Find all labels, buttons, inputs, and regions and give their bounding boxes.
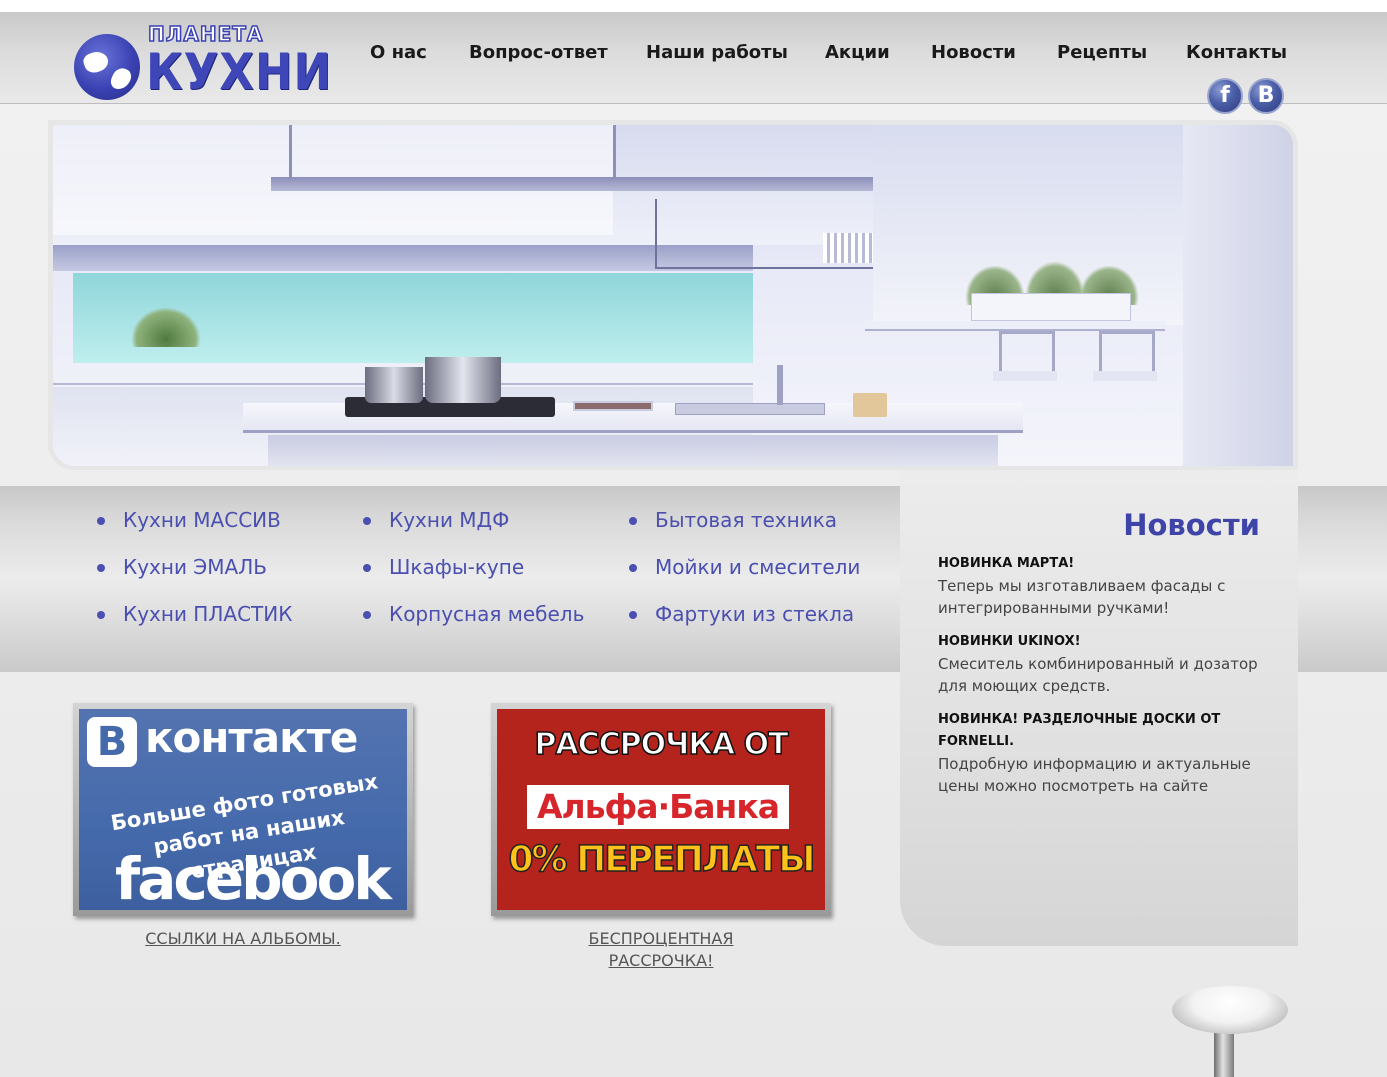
vk-icon[interactable]: B	[1248, 78, 1284, 114]
installment-banner-image: РАССРОЧКА ОТ Альфа·Банка 0% ПЕРЕПЛАТЫ	[497, 709, 825, 910]
site-header: ПЛАНЕТА КУХНИ О нас Вопрос-ответ Наши ра…	[0, 12, 1387, 114]
category-sinks-faucets[interactable]: Мойки и смесители	[629, 555, 860, 579]
vk-logo-icon: B	[87, 717, 137, 767]
category-kitchens-plastic[interactable]: Кухни ПЛАСТИК	[97, 602, 292, 626]
nav-news[interactable]: Новости	[931, 42, 1016, 63]
installment-top-text: РАССРОЧКА ОТ	[534, 726, 790, 763]
stool-decoration-leg	[1214, 1028, 1234, 1077]
category-wardrobes[interactable]: Шкафы-купе	[363, 555, 524, 579]
nav-recipes[interactable]: Рецепты	[1057, 42, 1147, 63]
news-item-title[interactable]: НОВИНКА МАРТА!	[938, 553, 1268, 575]
installment-link-line1: БЕСПРОЦЕНТНАЯ	[588, 929, 734, 948]
news-item-title[interactable]: НОВИНКА! РАЗДЕЛОЧНЫЕ ДОСКИ ОТ FORNELLI.	[938, 709, 1268, 753]
news-item-text: Подробную информацию и актуальные цены м…	[938, 755, 1251, 795]
news-panel: Новости НОВИНКА МАРТА! Теперь мы изготав…	[900, 470, 1298, 946]
facebook-brand-text: facebook	[115, 845, 392, 910]
nav-our-works[interactable]: Наши работы	[646, 42, 788, 63]
category-appliances[interactable]: Бытовая техника	[629, 508, 837, 532]
logo-big-text: КУХНИ	[146, 43, 333, 101]
installment-link[interactable]: БЕСПРОЦЕНТНАЯ РАССРОЧКА!	[491, 928, 831, 972]
site-logo[interactable]: ПЛАНЕТА КУХНИ	[74, 21, 334, 102]
news-item-title[interactable]: НОВИНКИ UKINOX!	[938, 631, 1268, 653]
news-item-text: Смеситель комбинированный и дозатор для …	[938, 655, 1258, 695]
zero-overpayment-text: 0% ПЕРЕПЛАТЫ	[508, 838, 817, 881]
news-item-text: Теперь мы изготавливаем фасады с интегри…	[938, 577, 1226, 617]
category-cabinet-furniture[interactable]: Корпусная мебель	[363, 602, 584, 626]
facebook-icon[interactable]: f	[1207, 78, 1243, 114]
nav-promotions[interactable]: Акции	[825, 42, 890, 63]
nav-about[interactable]: О нас	[370, 42, 427, 63]
category-kitchens-solid[interactable]: Кухни МАССИВ	[97, 508, 281, 532]
category-kitchens-enamel[interactable]: Кухни ЭМАЛЬ	[97, 555, 267, 579]
category-kitchens-mdf[interactable]: Кухни МДФ	[363, 508, 509, 532]
installment-banner[interactable]: РАССРОЧКА ОТ Альфа·Банка 0% ПЕРЕПЛАТЫ	[491, 703, 831, 916]
kitchen-hero-image	[53, 125, 1293, 466]
alfa-bank-text: Альфа·Банка	[527, 785, 789, 829]
nav-contacts[interactable]: Контакты	[1186, 42, 1287, 63]
globe-icon	[74, 34, 140, 100]
top-strip	[0, 0, 1387, 12]
stool-decoration-seat	[1172, 986, 1288, 1034]
vk-brand-text: контакте	[145, 713, 358, 762]
news-heading: Новости	[1123, 508, 1260, 542]
main-nav: О нас Вопрос-ответ Наши работы Акции Нов…	[370, 42, 1290, 68]
albums-link[interactable]: ССЫЛКИ НА АЛЬБОМЫ.	[73, 928, 413, 950]
installment-link-line2: РАССРОЧКА!	[608, 951, 714, 970]
social-albums-banner-image: B контакте Больше фото готовых работ на …	[79, 709, 407, 910]
social-albums-banner[interactable]: B контакте Больше фото готовых работ на …	[73, 703, 413, 916]
nav-faq[interactable]: Вопрос-ответ	[469, 42, 608, 63]
category-glass-backsplashes[interactable]: Фартуки из стекла	[629, 602, 854, 626]
